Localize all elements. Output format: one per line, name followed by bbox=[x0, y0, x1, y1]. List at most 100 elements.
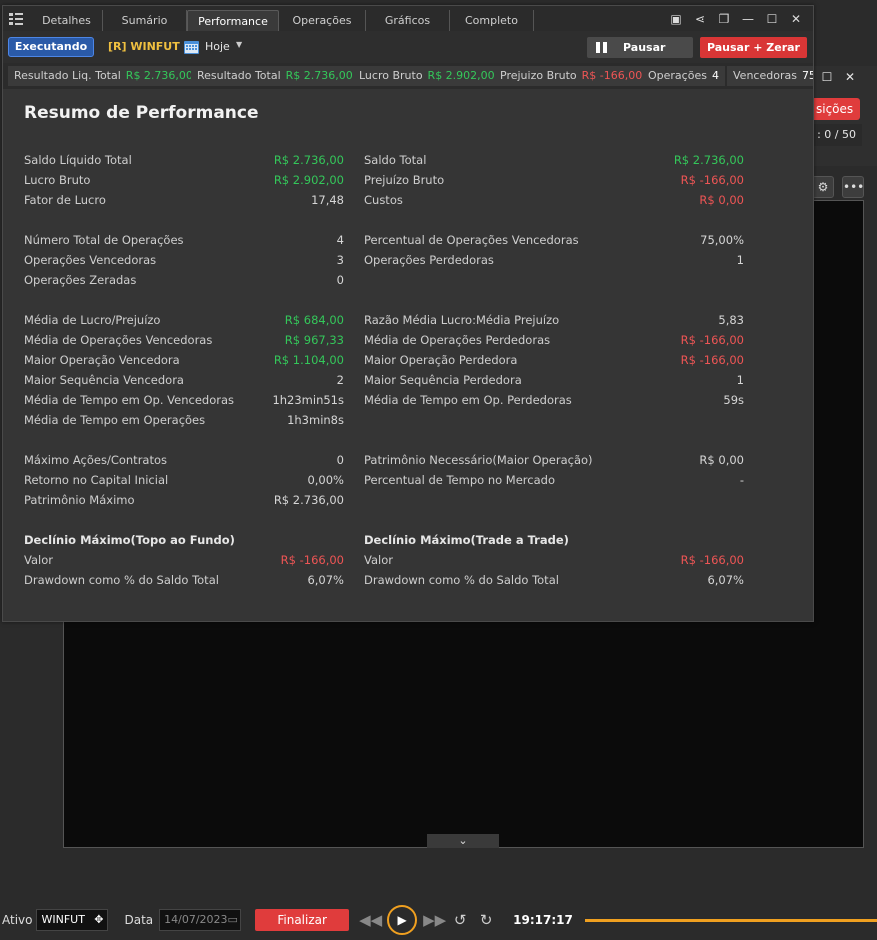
restore-icon[interactable]: ❐ bbox=[717, 12, 731, 26]
metric-label: Operações bbox=[648, 69, 707, 82]
stat-row: Prejuízo Bruto R$ -166,00 bbox=[364, 170, 744, 190]
tab-detalhes[interactable]: Detalhes bbox=[31, 10, 103, 31]
metric-value: 4 bbox=[711, 69, 719, 82]
stat-label: Saldo Total bbox=[364, 153, 427, 167]
stat-value: 1h3min8s bbox=[287, 413, 344, 427]
stat-row: Valor R$ -166,00 bbox=[364, 550, 744, 570]
metric-value: R$ -166,00 bbox=[581, 69, 643, 82]
stat-row: Operações Zeradas 0 bbox=[24, 270, 344, 290]
gear-icon[interactable]: ⚙ bbox=[812, 176, 834, 198]
stat-value: 0 bbox=[336, 453, 344, 467]
stat-label: Retorno no Capital Inicial bbox=[24, 473, 169, 487]
strategy-toolbar: Executando [R] WINFUT Hoje ▼ Pausar Paus… bbox=[3, 31, 813, 63]
menu-grid-icon[interactable] bbox=[9, 13, 23, 25]
stat-row: Maior Sequência Perdedora 1 bbox=[364, 370, 744, 390]
stat-row: Percentual de Operações Vencedoras 75,00% bbox=[364, 230, 744, 250]
calendar-icon[interactable]: ▭ bbox=[228, 910, 238, 930]
stat-value: 75,00% bbox=[700, 233, 744, 247]
stat-label: Operações Vencedoras bbox=[24, 253, 157, 267]
more-options-icon[interactable]: ••• bbox=[842, 176, 864, 198]
stat-label: Valor bbox=[24, 553, 53, 567]
stat-label: Maior Sequência Perdedora bbox=[364, 373, 522, 387]
stat-value: R$ 2.736,00 bbox=[673, 153, 744, 167]
rewind-icon[interactable]: ◀◀ bbox=[359, 911, 382, 929]
stat-value: R$ -166,00 bbox=[680, 553, 744, 567]
stat-value: 4 bbox=[336, 233, 344, 247]
play-icon[interactable]: ▶ bbox=[387, 905, 418, 935]
replay-progress-track[interactable] bbox=[584, 918, 877, 922]
stat-value: 1 bbox=[736, 253, 744, 267]
stat-label: Valor bbox=[364, 553, 393, 567]
status-button[interactable]: Executando bbox=[8, 37, 94, 57]
finish-button[interactable]: Finalizar bbox=[255, 909, 350, 931]
stat-row: Média de Operações Vencedoras R$ 967,33 bbox=[24, 330, 344, 350]
pause-icon bbox=[596, 42, 607, 53]
stat-label: Custos bbox=[364, 193, 403, 207]
stat-row: Média de Tempo em Op. Perdedoras 59s bbox=[364, 390, 744, 410]
stat-row: Percentual de Tempo no Mercado - bbox=[364, 470, 744, 490]
stat-value: R$ 2.736,00 bbox=[273, 493, 344, 507]
performance-window: Detalhes Sumário Performance Operações G… bbox=[2, 5, 814, 622]
step-forward-icon[interactable]: ↻ bbox=[475, 911, 497, 929]
stat-label: Declínio Máximo(Topo ao Fundo) bbox=[24, 533, 235, 547]
caret-down-icon[interactable]: ▼ bbox=[236, 40, 242, 49]
date-input[interactable]: 14/07/2023 ▭ bbox=[159, 909, 242, 931]
chevron-down-icon[interactable]: ⌄ bbox=[427, 834, 499, 848]
panel-title: Resumo de Performance bbox=[24, 103, 259, 123]
share-icon[interactable]: ⋖ bbox=[693, 12, 707, 26]
metric-value: 75, bbox=[801, 69, 813, 82]
stat-value: R$ 1.104,00 bbox=[273, 353, 344, 367]
asset-input[interactable]: WINFUT ✥ bbox=[36, 909, 109, 931]
asset-name: [R] WINFUT bbox=[108, 40, 180, 53]
tab-performance[interactable]: Performance bbox=[187, 10, 279, 31]
stat-label: Média de Tempo em Operações bbox=[24, 413, 206, 427]
period-select[interactable]: Hoje bbox=[205, 40, 230, 53]
step-back-icon[interactable]: ↺ bbox=[449, 911, 471, 929]
stat-label: Percentual de Tempo no Mercado bbox=[364, 473, 555, 487]
stat-label: Declínio Máximo(Trade a Trade) bbox=[364, 533, 569, 547]
replay-bar: Ativo WINFUT ✥ Data 14/07/2023 ▭ Finaliz… bbox=[0, 900, 877, 940]
stat-row: Drawdown como % do Saldo Total 6,07% bbox=[24, 570, 344, 590]
close-icon[interactable]: ✕ bbox=[789, 12, 803, 26]
window-controls: ▣ ⋖ ❐ — ☐ ✕ bbox=[669, 10, 803, 28]
summary-left-column: Saldo Líquido Total R$ 2.736,00 Lucro Brut… bbox=[24, 150, 344, 590]
stat-label: Patrimônio Máximo bbox=[24, 493, 135, 507]
stat-row: Saldo Líquido Total R$ 2.736,00 bbox=[24, 150, 344, 170]
pause-label: Pausar bbox=[623, 41, 666, 54]
tab-graficos[interactable]: Gráficos bbox=[366, 10, 450, 31]
metric-label: Vencedoras bbox=[733, 69, 797, 82]
stat-row: Operações Vencedoras 3 bbox=[24, 250, 344, 270]
metric-value: R$ 2.736,00 bbox=[125, 69, 193, 82]
stat-value: 1h23min51s bbox=[272, 393, 344, 407]
positions-button[interactable]: sições bbox=[812, 98, 860, 120]
pause-button[interactable]: Pausar bbox=[587, 37, 693, 58]
tab-operacoes[interactable]: Operações bbox=[279, 10, 366, 31]
pause-and-zero-button[interactable]: Pausar + Zerar bbox=[700, 37, 807, 58]
stat-label: Razão Média Lucro:Média Prejuízo bbox=[364, 313, 560, 327]
stat-value: R$ 2.736,00 bbox=[273, 153, 344, 167]
maximize-icon[interactable]: ☐ bbox=[765, 12, 779, 26]
tab-completo[interactable]: Completo bbox=[450, 10, 534, 31]
tab-sumario[interactable]: Sumário bbox=[103, 10, 187, 31]
minimize-icon[interactable]: — bbox=[741, 12, 755, 26]
calendar-icon[interactable] bbox=[184, 40, 199, 54]
maximize-icon[interactable]: ☐ bbox=[820, 70, 834, 84]
move-icon[interactable]: ✥ bbox=[94, 910, 103, 930]
stat-label: Maior Operação Perdedora bbox=[364, 353, 518, 367]
stat-label: Maior Operação Vencedora bbox=[24, 353, 180, 367]
stat-label: Saldo Líquido Total bbox=[24, 153, 132, 167]
stat-row: Número Total de Operações 4 bbox=[24, 230, 344, 250]
fast-forward-icon[interactable]: ▶▶ bbox=[423, 911, 446, 929]
stat-value: R$ 2.902,00 bbox=[273, 173, 344, 187]
replay-icon[interactable]: ▣ bbox=[669, 12, 683, 26]
metrics-strip: Resultado Liq. Total R$ 2.736,00 Resultad… bbox=[3, 63, 813, 89]
stat-value: R$ 684,00 bbox=[284, 313, 344, 327]
stat-row: Operações Perdedoras 1 bbox=[364, 250, 744, 270]
close-icon[interactable]: ✕ bbox=[843, 70, 857, 84]
stat-row: Média de Lucro/Prejuízo R$ 684,00 bbox=[24, 310, 344, 330]
